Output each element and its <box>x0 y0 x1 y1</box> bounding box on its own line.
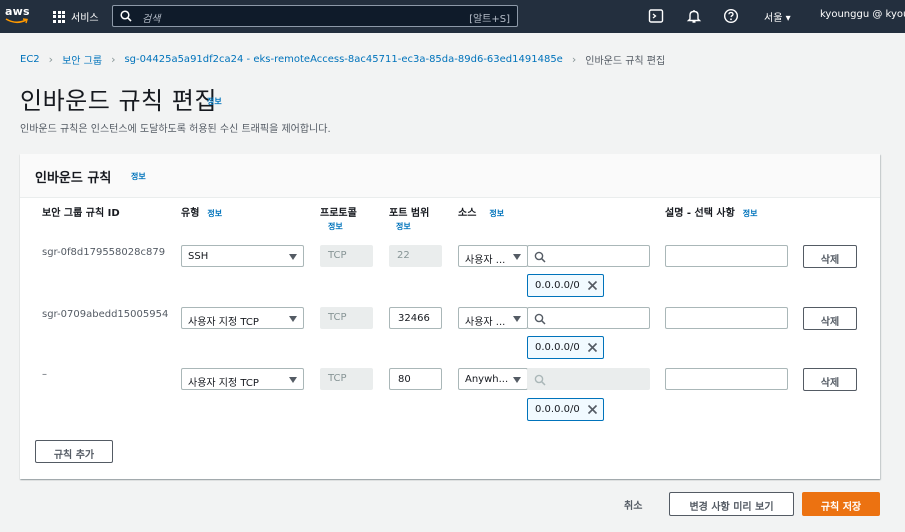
services-menu[interactable]: 서비스 <box>53 9 99 24</box>
protocol-field: TCP <box>320 368 373 390</box>
type-select[interactable]: SSH <box>181 245 304 267</box>
services-label: 서비스 <box>71 13 99 24</box>
panel-info-link[interactable]: 정보 <box>131 171 146 182</box>
protocol-field: TCP <box>320 307 373 329</box>
smile-arrow-icon <box>5 18 28 24</box>
port-input[interactable]: 80 <box>389 368 442 390</box>
logo-text: aws <box>5 5 30 18</box>
description-info-link[interactable]: 정보 <box>743 209 758 218</box>
rule-id: sgr-0709abedd15005954 <box>42 309 169 320</box>
region-selector[interactable]: 서울 ▾ <box>764 9 791 24</box>
close-icon[interactable] <box>587 280 598 291</box>
rule-id: – <box>42 369 47 380</box>
panel-header: 인바운드 규칙 정보 <box>20 154 880 198</box>
port-input[interactable]: 32466 <box>389 307 442 329</box>
help-icon[interactable] <box>723 8 739 24</box>
breadcrumb: EC2 › 보안 그룹 › sg-04425a5a91df2ca24 - eks… <box>20 52 665 67</box>
page-description: 인바운드 규칙은 인스턴스에 도달하도록 허용된 수신 트래픽을 제어합니다. <box>20 124 331 135</box>
col-description: 설명 - 선택 사항 정보 <box>665 208 758 219</box>
cancel-button[interactable]: 취소 <box>624 497 642 512</box>
breadcrumb-security-groups[interactable]: 보안 그룹 <box>62 52 102 67</box>
chevron-right-icon: › <box>48 53 54 66</box>
col-port-range: 포트 범위 <box>389 208 430 219</box>
delete-button[interactable]: 삭제 <box>803 307 857 330</box>
search-placeholder: 검색 <box>142 14 161 25</box>
cloudshell-icon[interactable] <box>648 8 664 24</box>
cidr-token: 0.0.0.0/0 <box>527 336 604 359</box>
grid-icon <box>53 10 65 23</box>
caret-down-icon <box>289 377 297 383</box>
close-icon[interactable] <box>587 342 598 353</box>
caret-down-icon <box>513 254 521 260</box>
cidr-token: 0.0.0.0/0 <box>527 274 604 297</box>
close-icon[interactable] <box>587 404 598 415</box>
description-input[interactable] <box>665 368 788 390</box>
port-info-link[interactable]: 정보 <box>396 221 411 232</box>
port-field: 22 <box>389 245 442 267</box>
search-input[interactable]: 검색 [알트+S] <box>112 5 518 27</box>
aws-logo[interactable]: aws <box>4 5 32 27</box>
inbound-rules-panel: 인바운드 규칙 정보 보안 그룹 규칙 ID 유형 정보 프로토콜 정보 포트 범… <box>20 154 880 479</box>
search-shortcut: [알트+S] <box>469 14 510 25</box>
breadcrumb-ec2[interactable]: EC2 <box>20 54 40 65</box>
delete-button[interactable]: 삭제 <box>803 245 857 268</box>
source-type-select[interactable]: Anywh... <box>458 368 528 390</box>
search-icon <box>534 251 546 263</box>
save-rules-button[interactable]: 규칙 저장 <box>802 492 880 516</box>
chevron-right-icon: › <box>571 53 577 66</box>
search-icon <box>534 374 546 386</box>
search-icon <box>534 313 546 325</box>
chevron-right-icon: › <box>111 53 116 66</box>
protocol-info-link[interactable]: 정보 <box>328 221 343 232</box>
preview-changes-button[interactable]: 변경 사항 미리 보기 <box>669 492 794 516</box>
account-menu[interactable]: kyounggu @ kyoung <box>820 9 905 20</box>
top-navigation: aws 서비스 검색 [알트+S] 서울 ▾ kyounggu @ kyoung <box>0 0 905 33</box>
bell-icon[interactable] <box>686 8 702 24</box>
description-input[interactable] <box>665 245 788 267</box>
rule-id: sgr-0f8d179558028c879 <box>42 247 166 258</box>
source-type-select[interactable]: 사용자 ... <box>458 245 528 267</box>
breadcrumb-security-group[interactable]: sg-04425a5a91df2ca24 - eks-remoteAccess-… <box>124 54 562 65</box>
add-rule-button[interactable]: 규칙 추가 <box>35 440 113 463</box>
caret-down-icon <box>289 254 297 260</box>
col-type: 유형 정보 <box>181 208 223 219</box>
description-input[interactable] <box>665 307 788 329</box>
caret-down-icon <box>289 316 297 322</box>
delete-button[interactable]: 삭제 <box>803 368 857 391</box>
caret-down-icon <box>513 316 521 322</box>
cidr-token: 0.0.0.0/0 <box>527 398 604 421</box>
type-select[interactable]: 사용자 지정 TCP <box>181 307 304 329</box>
search-icon <box>120 10 132 22</box>
source-search-input[interactable] <box>527 307 650 329</box>
col-protocol: 프로토콜 <box>320 208 357 219</box>
protocol-field: TCP <box>320 245 373 267</box>
source-type-select[interactable]: 사용자 ... <box>458 307 528 329</box>
type-info-link[interactable]: 정보 <box>207 209 222 218</box>
source-search-input <box>527 368 650 390</box>
type-select[interactable]: 사용자 지정 TCP <box>181 368 304 390</box>
col-source: 소스 정보 <box>458 208 505 219</box>
source-info-link[interactable]: 정보 <box>489 209 504 218</box>
breadcrumb-current: 인바운드 규칙 편집 <box>585 56 666 67</box>
caret-down-icon <box>513 377 521 383</box>
title-info-link[interactable]: 정보 <box>207 96 222 107</box>
col-rule-id: 보안 그룹 규칙 ID <box>42 208 120 219</box>
panel-title: 인바운드 규칙 <box>35 171 112 186</box>
page-title: 인바운드 규칙 편집 <box>20 87 217 115</box>
source-search-input[interactable] <box>527 245 650 267</box>
